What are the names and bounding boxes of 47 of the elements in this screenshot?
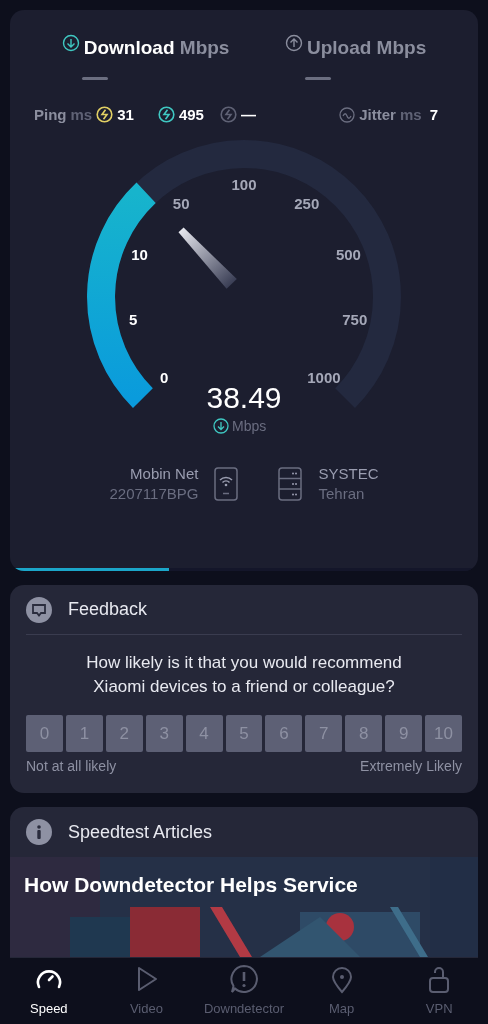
server-name: SYSTEC <box>318 464 379 484</box>
device-id: 2207117BPG <box>109 484 199 504</box>
jitter-label: Jitter <box>359 104 396 125</box>
jitter-unit: ms <box>399 104 422 125</box>
speed-unit: Mbps <box>232 418 267 434</box>
articles-title: Speedtest Articles <box>68 820 213 844</box>
gauge-tick-label: 1000 <box>307 368 341 386</box>
jitter-icon <box>339 106 356 123</box>
gauge-tick-label: 10 <box>131 245 148 263</box>
gauge-tick-label: 100 <box>231 176 257 193</box>
download-icon <box>61 34 80 52</box>
nav-tab[interactable]: Video <box>101 963 192 1019</box>
ping-label: Ping <box>34 104 67 125</box>
feedback-icon <box>26 596 52 623</box>
info-icon <box>26 819 52 845</box>
gauge-tick-label: 0 <box>159 368 169 386</box>
question-text: How likely is it that you would recommend Xiaomi devices to a friend or colleague? <box>85 652 403 698</box>
gauge-tick-label: 250 <box>294 195 320 212</box>
tab-label: Upload Mbps <box>306 36 427 60</box>
gauge-tick-label: 5 <box>129 311 138 328</box>
gauge-needle <box>178 227 237 289</box>
nav-tab[interactable]: Downdetector <box>199 963 289 1019</box>
nav-tab[interactable]: VPN <box>394 963 485 1019</box>
scale-low-label: Not at all likely <box>26 757 117 776</box>
measure-tab[interactable]: Upload Mbps <box>284 34 427 80</box>
measure-tab[interactable]: Download Mbps <box>61 34 230 80</box>
alert-bubble-icon <box>228 963 260 996</box>
upload-icon <box>284 34 303 52</box>
jitter-value: 7 <box>429 104 438 125</box>
phone-wifi-icon <box>214 467 239 501</box>
gauge-tick-label: 500 <box>335 245 361 263</box>
feedback-title: Feedback <box>68 598 148 621</box>
speed-reading: 38.49 <box>206 381 282 414</box>
tab-label: Download Mbps <box>83 36 230 60</box>
server-icon <box>278 467 303 501</box>
ping-unit: ms <box>70 104 93 125</box>
ping-value: — <box>240 104 256 125</box>
gauge-tick-label: 750 <box>342 311 368 328</box>
server-location: Tehran <box>318 484 366 504</box>
scale-high-label: Extremely Likely <box>360 757 462 776</box>
gauge-tick-label: 50 <box>172 195 190 212</box>
ping-value: 31 <box>117 104 134 125</box>
provider-name: Mobin Net <box>129 464 199 484</box>
ping-value: 495 <box>178 104 204 125</box>
nav-tab[interactable]: Map <box>296 963 387 1019</box>
nav-tab[interactable]: Speed <box>3 963 94 1019</box>
download-icon <box>213 418 229 434</box>
